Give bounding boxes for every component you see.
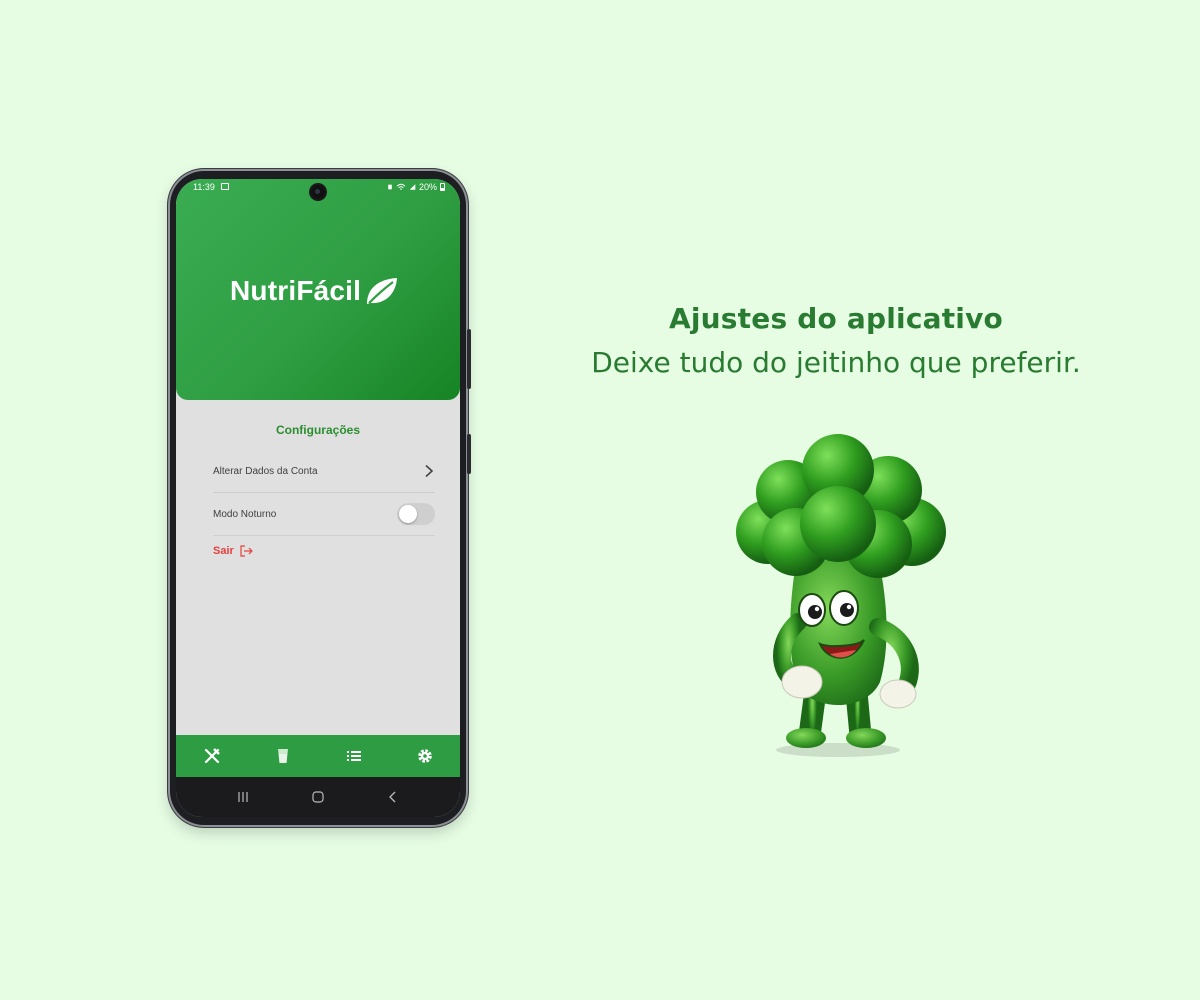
list-icon [346, 751, 361, 761]
toggle-knob [399, 505, 417, 523]
glass-icon [277, 749, 288, 763]
logout-button[interactable]: Sair [213, 545, 253, 557]
account-settings-row[interactable]: Alterar Dados da Conta [213, 450, 435, 493]
dark-mode-toggle[interactable] [397, 503, 435, 525]
leaf-icon [367, 278, 398, 304]
logout-label: Sair [213, 545, 234, 557]
tab-list[interactable] [332, 735, 376, 777]
promo-headline: Ajustes do aplicativo [669, 302, 1003, 335]
logout-icon [240, 545, 253, 557]
gear-icon [417, 749, 432, 763]
back-icon [388, 791, 396, 803]
dark-mode-row: Modo Noturno [213, 493, 435, 536]
account-settings-label: Alterar Dados da Conta [213, 465, 318, 477]
app-logo: NutriFácil [230, 275, 399, 307]
battery-icon [440, 183, 445, 191]
app-logo-text: NutriFácil [230, 275, 362, 306]
promo-subline: Deixe tudo do jeitinho que preferir. [591, 346, 1081, 379]
page-title: Configurações [275, 423, 360, 437]
bottom-tab-bar [176, 735, 460, 777]
app-header: 11:39 20% NutriFácil [176, 179, 460, 400]
front-camera [311, 185, 325, 199]
recents-button[interactable] [228, 782, 258, 812]
signal-icon [409, 184, 416, 190]
utensils-icon [204, 748, 220, 764]
system-nav-bar [176, 777, 460, 817]
back-button[interactable] [378, 782, 408, 812]
dark-mode-label: Modo Noturno [213, 508, 277, 520]
status-icons: 20% [387, 182, 445, 192]
phone-mockup: 11:39 20% NutriFácil Configurações Alter… [168, 169, 471, 827]
home-icon [312, 791, 324, 803]
battery-saver-icon [388, 184, 392, 190]
recents-icon [238, 792, 248, 802]
tab-settings[interactable] [403, 735, 447, 777]
home-button[interactable] [303, 782, 333, 812]
phone-screen: 11:39 20% NutriFácil Configurações Alter… [176, 179, 460, 817]
power-button [467, 434, 471, 474]
tab-water[interactable] [261, 735, 305, 777]
wifi-icon [396, 183, 406, 190]
battery-percent: 20% [418, 182, 437, 192]
chevron-right-icon [425, 464, 434, 478]
tab-meals[interactable] [190, 735, 234, 777]
status-time: 11:39 [193, 182, 215, 192]
image-icon [221, 183, 229, 190]
volume-button [467, 329, 471, 389]
broccoli-mascot [736, 434, 946, 757]
